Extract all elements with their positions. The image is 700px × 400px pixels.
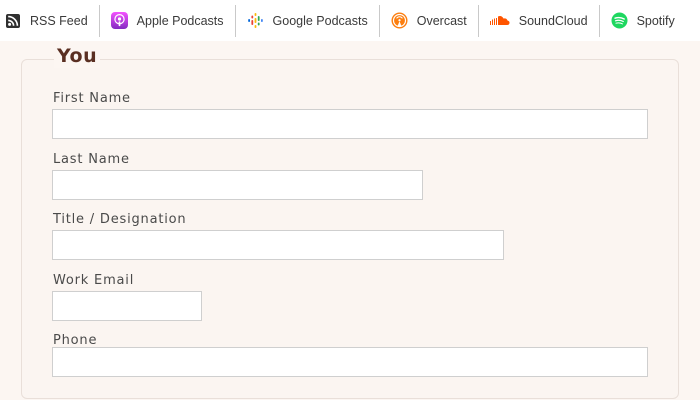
first-name-label: First Name: [53, 91, 131, 106]
work-email-label: Work Email: [53, 273, 135, 288]
title-designation-input[interactable]: [52, 230, 504, 260]
rss-feed-label: RSS Feed: [30, 13, 88, 28]
overcast-link[interactable]: Overcast: [380, 0, 478, 41]
soundcloud-link[interactable]: SoundCloud: [479, 0, 599, 41]
google-podcasts-link[interactable]: Google Podcasts: [236, 0, 379, 41]
spotify-icon: [611, 12, 628, 29]
apple-podcasts-icon: [110, 12, 128, 29]
section-title: You: [54, 44, 101, 68]
rss-feed-link[interactable]: RSS Feed: [0, 0, 99, 41]
soundcloud-icon: [489, 12, 510, 29]
overcast-icon: [391, 12, 408, 29]
first-name-input[interactable]: [52, 109, 648, 139]
title-designation-label: Title / Designation: [53, 212, 187, 227]
last-name-label: Last Name: [53, 152, 130, 167]
apple-podcasts-link[interactable]: Apple Podcasts: [100, 0, 235, 41]
work-email-input[interactable]: [52, 291, 202, 321]
last-name-input[interactable]: [52, 170, 423, 200]
apple-podcasts-label: Apple Podcasts: [136, 13, 224, 28]
spotify-label: Spotify: [636, 13, 675, 28]
google-podcasts-icon: [247, 12, 264, 29]
soundcloud-label: SoundCloud: [518, 13, 588, 28]
rss-icon: [4, 12, 21, 29]
phone-input[interactable]: [52, 347, 648, 377]
podcast-subscribe-bar: RSS Feed Apple Podcasts Google Podcasts …: [0, 0, 700, 41]
google-podcasts-label: Google Podcasts: [272, 13, 368, 28]
overcast-label: Overcast: [416, 13, 467, 28]
spotify-link[interactable]: Spotify: [600, 0, 686, 41]
